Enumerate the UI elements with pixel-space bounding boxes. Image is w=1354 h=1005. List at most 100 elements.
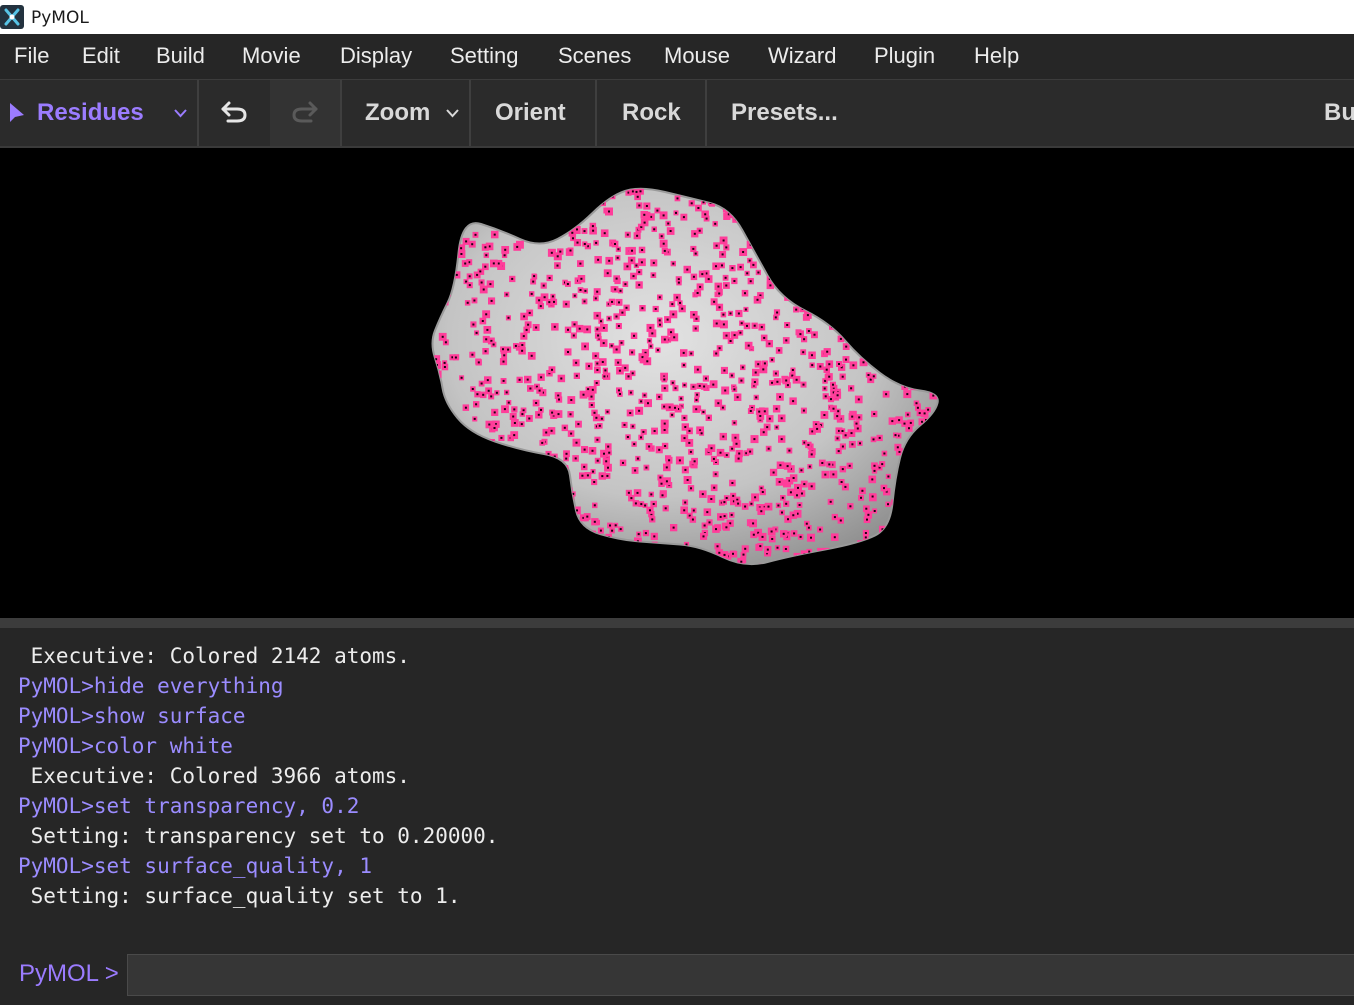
atom-marker [904,547,911,554]
atom-marker [895,290,902,298]
atom-marker-center [658,319,661,322]
atom-marker-center [877,238,880,241]
atom-marker-center [826,269,829,272]
atom-marker-center [932,490,935,493]
menu-wizard[interactable]: Wizard [768,43,836,69]
atom-marker-center [663,429,666,431]
menu-scenes[interactable]: Scenes [558,43,631,69]
atom-marker [900,529,907,536]
atom-marker-center [886,208,889,211]
atom-marker-center [768,208,770,211]
zoom-dropdown[interactable]: Zoom [342,80,468,146]
atom-marker-center [707,278,710,281]
atom-marker-center [580,208,583,211]
atom-marker [931,503,937,510]
atom-marker-center [456,221,459,224]
atom-marker-center [556,255,559,258]
atom-marker [931,320,938,326]
atom-marker [465,201,472,208]
menu-setting[interactable]: Setting [450,43,519,69]
atom-marker-center [910,185,912,187]
atom-marker-center [580,531,583,534]
atom-marker-center [902,372,905,375]
atom-marker-center [593,504,596,507]
molecular-viewport[interactable] [0,148,1354,618]
atom-marker [838,563,847,565]
atom-marker-center [434,272,437,275]
menu-help[interactable]: Help [974,43,1019,69]
atom-marker-center [892,273,895,276]
menu-file[interactable]: File [14,43,49,69]
menu-edit[interactable]: Edit [82,43,120,69]
builder-button[interactable]: Bu [1324,80,1354,146]
atom-marker-center [907,190,910,193]
atom-marker-center [686,268,689,271]
atom-marker-center [709,571,711,573]
atom-marker [917,525,923,532]
atom-marker-center [532,519,535,522]
atom-marker [432,392,438,399]
atom-marker-center [619,393,621,395]
selection-mode-dropdown[interactable]: Residues [0,80,196,146]
atom-marker-center [569,413,572,416]
atom-marker-center [833,226,836,229]
orient-button[interactable]: Orient [471,80,595,146]
atom-marker-center [511,530,514,533]
atom-marker-center [602,326,605,329]
atom-marker [825,286,832,293]
atom-marker-center [750,502,753,505]
atom-marker-center [648,339,651,342]
atom-marker-center [721,406,724,409]
undo-button[interactable] [199,80,269,146]
atom-marker-center [912,385,915,388]
menu-build[interactable]: Build [156,43,205,69]
atom-marker-center [900,207,903,210]
atom-marker-center [513,228,516,230]
atom-marker-center [933,252,936,255]
atom-marker-center [490,299,493,302]
atom-marker-center [497,262,500,265]
atom-marker-center [648,571,650,573]
atom-marker-center [898,450,901,453]
atom-marker [523,453,530,460]
redo-button[interactable] [270,80,340,146]
command-input[interactable] [127,954,1354,996]
rock-button[interactable]: Rock [597,80,705,146]
atom-marker-center [656,209,659,212]
viewport-console-divider[interactable] [0,618,1354,628]
atom-marker-center [667,222,670,225]
atom-marker-center [466,301,469,304]
atom-marker-center [786,465,789,468]
atom-marker-center [811,430,814,433]
atom-marker-center [658,448,661,451]
presets-button[interactable]: Presets... [707,80,867,146]
atom-marker-center [486,527,489,530]
atom-marker-center [602,342,605,345]
menu-display[interactable]: Display [340,43,412,69]
atom-marker-center [692,247,695,250]
menu-plugin[interactable]: Plugin [874,43,935,69]
atom-marker-center [903,422,906,425]
menu-mouse[interactable]: Mouse [664,43,730,69]
atom-marker-center [940,419,942,421]
atom-marker [804,206,812,214]
atom-marker-center [647,570,649,572]
atom-marker-center [724,389,727,392]
atom-marker [447,262,456,270]
menu-bar: File Edit Build Movie Display Setting Sc… [0,34,1354,80]
atom-marker [447,534,456,542]
atom-marker [476,537,483,544]
atom-marker-center [722,239,725,242]
atom-marker-center [522,409,525,412]
atom-marker-center [768,417,771,420]
atom-marker [894,216,902,224]
atom-marker-center [927,309,930,312]
atom-marker-center [482,459,485,462]
atom-marker-center [557,503,560,506]
menu-movie[interactable]: Movie [242,43,301,69]
atom-marker-center [916,332,919,335]
atom-marker [439,507,446,513]
atom-marker [545,549,551,555]
protein-surface-render[interactable] [0,148,1354,618]
atom-marker-center [714,473,717,476]
